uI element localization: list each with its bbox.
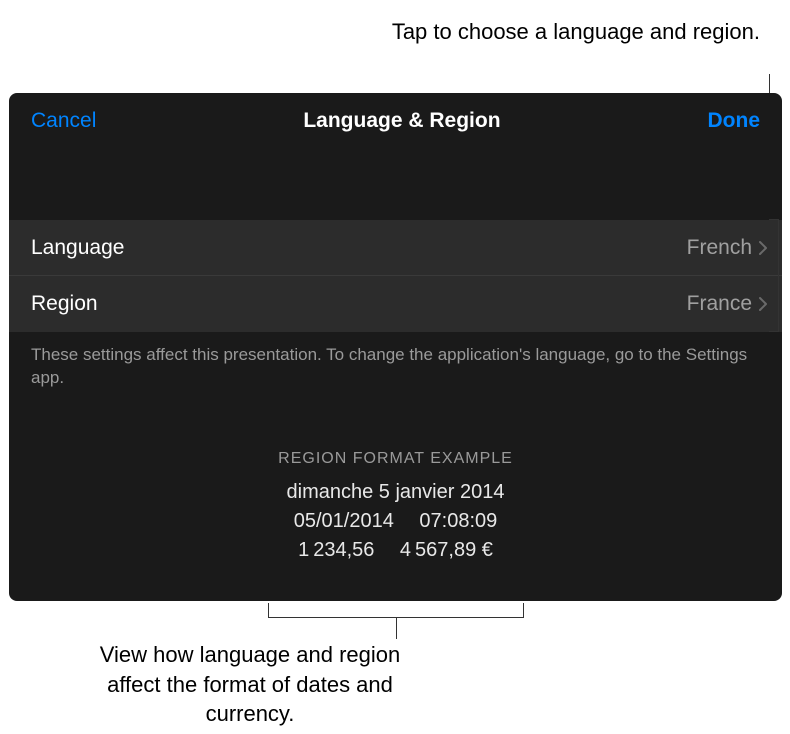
region-row[interactable]: Region France bbox=[9, 276, 782, 332]
cancel-button[interactable]: Cancel bbox=[31, 109, 96, 133]
region-format-example: REGION FORMAT EXAMPLE dimanche 5 janvier… bbox=[9, 450, 782, 565]
region-value: France bbox=[687, 292, 752, 316]
example-header: REGION FORMAT EXAMPLE bbox=[9, 450, 782, 468]
region-value-wrap: France bbox=[687, 292, 768, 316]
settings-rows: Language French Region France bbox=[9, 220, 782, 332]
callout-bottom: View how language and region affect the … bbox=[80, 640, 420, 729]
language-value-wrap: French bbox=[687, 236, 768, 260]
callout-bracket-top bbox=[769, 219, 779, 332]
language-value: French bbox=[687, 236, 752, 260]
done-button[interactable]: Done bbox=[708, 109, 761, 133]
language-label: Language bbox=[31, 236, 124, 260]
callout-bracket-bottom bbox=[268, 603, 524, 618]
example-date-time: 05/01/2014 07:08:09 bbox=[9, 507, 782, 536]
panel-title: Language & Region bbox=[303, 109, 500, 133]
chevron-right-icon bbox=[758, 240, 768, 256]
callout-top: Tap to choose a language and region. bbox=[392, 18, 760, 47]
example-date-long: dimanche 5 janvier 2014 bbox=[9, 478, 782, 507]
settings-panel: Cancel Language & Region Done Language F… bbox=[9, 93, 782, 601]
footer-note: These settings affect this presentation.… bbox=[9, 332, 782, 402]
region-label: Region bbox=[31, 292, 98, 316]
callout-bracket-bottom-stem bbox=[396, 618, 397, 639]
example-numbers: 1 234,56 4 567,89 € bbox=[9, 536, 782, 565]
panel-header: Cancel Language & Region Done bbox=[9, 93, 782, 148]
callout-line-top bbox=[769, 74, 770, 93]
language-row[interactable]: Language French bbox=[9, 220, 782, 276]
chevron-right-icon bbox=[758, 296, 768, 312]
